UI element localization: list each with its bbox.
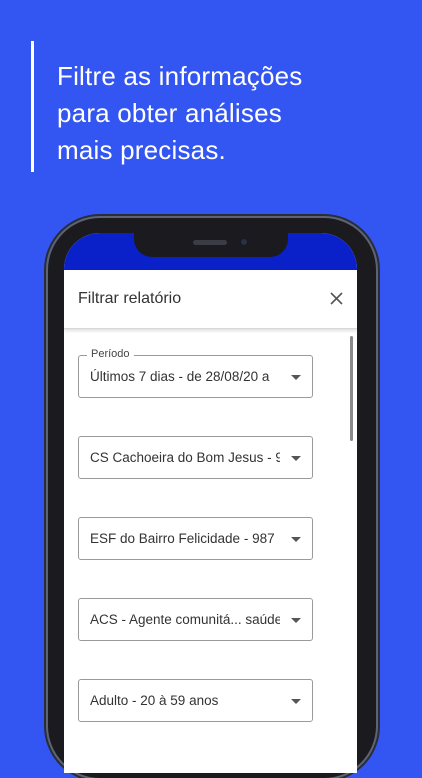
close-button[interactable] xyxy=(326,288,346,308)
chevron-down-icon xyxy=(291,375,301,380)
filter-age-select[interactable]: Adulto - 20 à 59 anos xyxy=(78,679,313,722)
chevron-down-icon xyxy=(291,456,301,461)
chevron-down-icon xyxy=(291,618,301,623)
close-icon xyxy=(329,291,343,305)
filter-professional-value: ACS - Agente comunitá... saúde xyxy=(90,612,280,627)
filter-team-value: ESF do Bairro Felicidade - 987 xyxy=(90,531,275,546)
filter-unit-select[interactable]: CS Cachoeira do Bom Jesus - 9 xyxy=(78,436,313,479)
notch xyxy=(134,233,288,257)
speaker xyxy=(193,240,227,245)
headline-line-3: mais precisas. xyxy=(57,135,226,165)
camera-icon xyxy=(239,237,249,247)
chevron-down-icon xyxy=(291,699,301,704)
headline-line-2: para obter análises xyxy=(57,98,282,128)
headline-line-1: Filtre as informações xyxy=(57,61,303,91)
dialog-title: Filtrar relatório xyxy=(78,290,182,307)
scrollbar[interactable] xyxy=(350,336,353,441)
filter-period-label: Período xyxy=(87,348,134,360)
accent-line xyxy=(31,41,34,172)
filter-age-value: Adulto - 20 à 59 anos xyxy=(90,693,219,708)
filter-period-select[interactable]: Período Últimos 7 dias - de 28/08/20 a xyxy=(78,348,313,398)
filter-period-value: Últimos 7 dias - de 28/08/20 a xyxy=(90,369,270,384)
filter-professional-select[interactable]: ACS - Agente comunitá... saúde xyxy=(78,598,313,641)
headline: Filtre as informações para obter análise… xyxy=(57,58,387,169)
chevron-down-icon xyxy=(291,537,301,542)
filter-unit-value: CS Cachoeira do Bom Jesus - 9 xyxy=(90,450,280,465)
phone-screen: Filtrar relatório Período Últimos 7 dias… xyxy=(64,233,357,773)
dialog-header: Filtrar relatório xyxy=(64,270,357,329)
filter-team-select[interactable]: ESF do Bairro Felicidade - 987 xyxy=(78,517,313,560)
